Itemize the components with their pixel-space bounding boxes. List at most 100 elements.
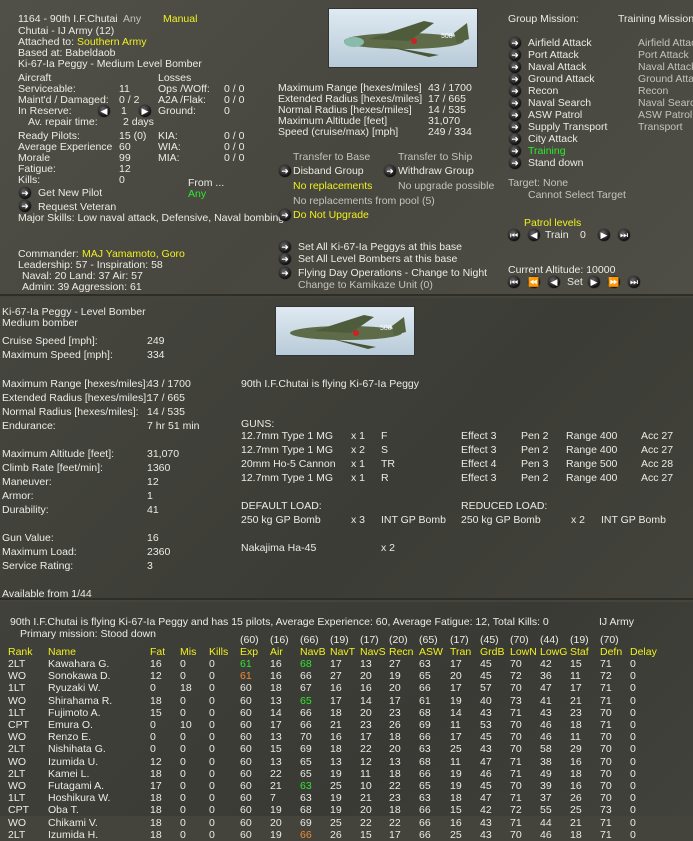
pilot-name[interactable]: Emura O. xyxy=(48,720,93,731)
altitude-increase-button[interactable]: ▶ xyxy=(588,276,600,288)
mission-button[interactable]: ➜ xyxy=(509,121,521,133)
mission-item[interactable]: Port Attack xyxy=(528,50,579,61)
pilot-cell: 70 xyxy=(510,743,522,756)
pilot-name[interactable]: Ryuzaki W. xyxy=(48,683,101,694)
pilot-cell: 17 xyxy=(450,658,462,670)
mission-item[interactable]: Supply Transport xyxy=(528,122,607,133)
mission-button[interactable]: ➜ xyxy=(509,37,521,49)
pilot-source-link[interactable]: Any xyxy=(188,189,206,200)
column-header-recn[interactable]: Recn xyxy=(389,647,414,658)
column-header-rank[interactable]: Rank xyxy=(8,647,33,658)
pilot-name[interactable]: Nishihata G. xyxy=(48,744,106,755)
altitude-max-button[interactable]: ⏭ xyxy=(628,276,640,288)
patrol-decrease-button[interactable]: ◀ xyxy=(528,229,540,241)
upgrade-toggle-button[interactable]: ➜ xyxy=(279,209,291,221)
mission-button[interactable]: ➜ xyxy=(509,49,521,61)
mission-button[interactable]: ➜ xyxy=(509,61,521,73)
control-mode[interactable]: Manual xyxy=(163,14,197,25)
withdraw-group-label[interactable]: Withdraw Group xyxy=(398,166,474,177)
column-header-navb[interactable]: NavB xyxy=(300,647,326,658)
mission-button[interactable]: ➜ xyxy=(509,97,521,109)
mission-button[interactable]: ➜ xyxy=(509,157,521,169)
mission-button[interactable]: ➜ xyxy=(509,109,521,121)
column-header-defn[interactable]: Defn xyxy=(600,647,622,658)
pilot-cell: 46 xyxy=(480,767,492,780)
gun-cell: x 1 xyxy=(351,458,366,470)
pilot-cell: 21 xyxy=(570,816,582,829)
column-header-fat[interactable]: Fat xyxy=(150,647,165,658)
pilot-name[interactable]: Izumida U. xyxy=(48,756,98,768)
pilot-name[interactable]: Kawahara G. xyxy=(48,659,109,670)
set-all-role-label[interactable]: Set All Level Bombers at this base xyxy=(298,254,457,265)
pilot-cell: 68 xyxy=(419,755,431,768)
mission-item[interactable]: Naval Search xyxy=(528,98,591,109)
mission-item[interactable]: Stand down xyxy=(528,158,583,169)
column-header-grdb[interactable]: GrdB xyxy=(480,647,505,658)
pilot-name[interactable]: Sonokawa D. xyxy=(48,671,110,682)
reserve-decrease-button[interactable]: ◀ xyxy=(98,105,110,117)
mission-button[interactable]: ➜ xyxy=(509,145,521,157)
column-header-tran[interactable]: Tran xyxy=(450,647,471,658)
patrol-max-button[interactable]: ⏭ xyxy=(618,229,630,241)
withdraw-group-button[interactable]: ➜ xyxy=(384,165,396,177)
pilot-name[interactable]: Renzo E. xyxy=(48,732,91,743)
day-night-label[interactable]: Flying Day Operations - Change to Night xyxy=(298,268,487,279)
disband-group-label[interactable]: Disband Group xyxy=(293,166,364,177)
pilot-name[interactable]: Chikami V. xyxy=(48,817,98,829)
mission-button[interactable]: ➜ xyxy=(509,133,521,145)
mission-item[interactable]: City Attack xyxy=(528,134,578,145)
pilot-cell: 2LT xyxy=(8,828,26,841)
pilot-name[interactable]: Hoshikura W. xyxy=(48,793,110,804)
column-header-navs[interactable]: NavS xyxy=(360,647,386,658)
get-new-pilot-label[interactable]: Get New Pilot xyxy=(38,188,102,199)
day-night-button[interactable]: ➜ xyxy=(279,267,291,279)
pilot-name[interactable]: Izumida H. xyxy=(48,829,98,841)
pilot-name[interactable]: Shirahama R. xyxy=(48,695,112,707)
pilot-name[interactable]: Kamei L. xyxy=(48,768,89,780)
replacements-toggle[interactable]: No replacements xyxy=(293,181,372,192)
mission-item[interactable]: Naval Attack xyxy=(528,62,586,73)
mission-button[interactable]: ➜ xyxy=(509,85,521,97)
mission-item[interactable]: Ground Attack xyxy=(528,74,595,85)
column-header-air[interactable]: Air xyxy=(270,647,283,658)
column-header-lowg[interactable]: LowG xyxy=(540,647,567,658)
altitude-min-button[interactable]: ⏮ xyxy=(508,276,520,288)
pilot-cell: 0 xyxy=(180,804,186,817)
column-header-asw[interactable]: ASW xyxy=(419,647,443,658)
pilot-cell: 0 xyxy=(630,743,636,756)
mission-item[interactable]: Airfield Attack xyxy=(528,38,592,49)
pilot-cell: CPT xyxy=(8,804,29,817)
column-header-navt[interactable]: NavT xyxy=(330,647,355,658)
mission-item[interactable]: Training xyxy=(528,146,566,157)
pilot-cell: 70 xyxy=(600,743,612,756)
column-header-lown[interactable]: LowN xyxy=(510,647,537,658)
pilot-name[interactable]: Oba T. xyxy=(48,805,79,816)
column-header-name[interactable]: Name xyxy=(48,647,76,658)
set-all-role-button[interactable]: ➜ xyxy=(279,253,291,265)
gun-cell: Acc 27 xyxy=(641,444,674,456)
mission-item[interactable]: ASW Patrol xyxy=(528,110,582,121)
altitude-fast-decrease-button[interactable]: ⏪ xyxy=(528,276,540,288)
disband-group-button[interactable]: ➜ xyxy=(279,165,291,177)
altitude-fast-increase-button[interactable]: ⏩ xyxy=(608,276,620,288)
set-all-type-label[interactable]: Set All Ki-67-Ia Peggys at this base xyxy=(298,242,462,253)
pilot-name[interactable]: Fujimoto A. xyxy=(48,707,101,719)
column-header-staf[interactable]: Staf xyxy=(570,647,589,658)
column-header-delay[interactable]: Delay xyxy=(630,647,657,658)
do-not-upgrade-label[interactable]: Do Not Upgrade xyxy=(293,210,369,221)
mission-item[interactable]: Recon xyxy=(528,86,558,97)
patrol-min-button[interactable]: ⏮ xyxy=(508,229,520,241)
mission-button[interactable]: ➜ xyxy=(509,73,521,85)
pilot-cell: 15 xyxy=(450,804,462,817)
request-veteran-button[interactable]: ➜ xyxy=(19,200,31,212)
get-new-pilot-button[interactable]: ➜ xyxy=(19,187,31,199)
altitude-set-button[interactable]: Set xyxy=(567,277,583,288)
column-header-exp[interactable]: Exp xyxy=(240,647,258,658)
set-all-type-button[interactable]: ➜ xyxy=(279,241,291,253)
pilot-name[interactable]: Futagami A. xyxy=(48,781,104,792)
patrol-increase-button[interactable]: ▶ xyxy=(598,229,610,241)
unit-panel: 508 1164 - 90th I.F.Chutai Any Manual Ch… xyxy=(0,0,693,296)
column-header-kills[interactable]: Kills xyxy=(209,647,228,658)
altitude-decrease-button[interactable]: ◀ xyxy=(548,276,560,288)
column-header-mis[interactable]: Mis xyxy=(180,647,196,658)
